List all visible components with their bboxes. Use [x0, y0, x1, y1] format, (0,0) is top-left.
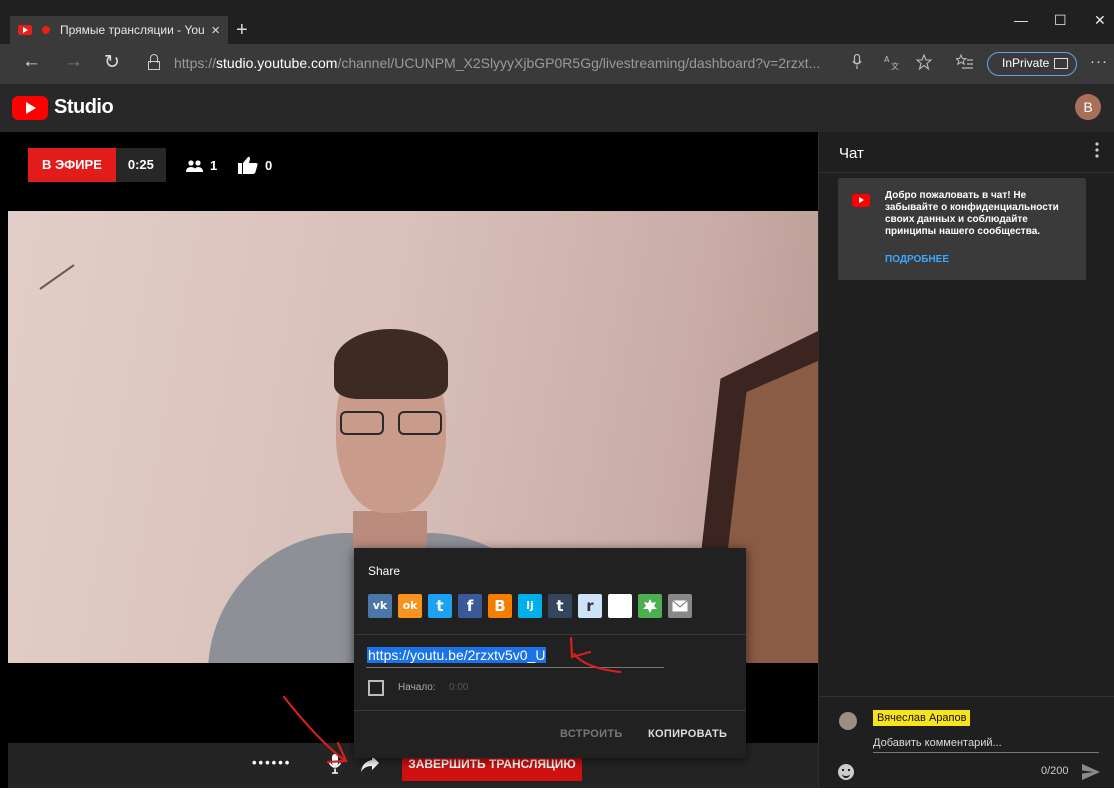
send-icon[interactable] — [1082, 764, 1100, 780]
viewers-icon — [186, 159, 204, 173]
share-facebook-icon[interactable]: f — [458, 594, 482, 618]
forward-button[interactable]: → — [64, 51, 83, 73]
favorites-bar-icon[interactable] — [954, 53, 974, 74]
svg-text:A: A — [884, 55, 890, 64]
share-email-icon[interactable] — [668, 594, 692, 618]
share-odnoklassniki-icon[interactable]: ok — [398, 594, 422, 618]
connection-dots-icon: •••••• — [252, 755, 292, 770]
start-at-checkbox[interactable] — [368, 680, 384, 696]
share-twitter-icon[interactable]: t — [428, 594, 452, 618]
glasses — [338, 411, 446, 437]
account-avatar[interactable]: B — [1075, 94, 1101, 120]
share-dialog: Share vk ok t f Blj t r https://youtu.be/2rzxt… — [354, 548, 746, 758]
browser-window: Прямые трансляции - YouTube × + — ☐ ✕ ← … — [0, 0, 1114, 788]
lock-icon[interactable] — [148, 54, 160, 71]
tab-title: Прямые трансляции - YouTube — [60, 23, 205, 37]
embed-button[interactable]: ВСТРОИТЬ — [560, 728, 623, 740]
share-vk-icon[interactable]: vk — [368, 594, 392, 618]
viewers-count: 1 — [210, 158, 218, 173]
live-status-badge: В ЭФИРЕ 0:25 — [28, 148, 166, 182]
comment-input[interactable]: Добавить комментарий... — [873, 733, 1099, 753]
live-label: В ЭФИРЕ — [28, 148, 116, 182]
minimize-button[interactable]: — — [1014, 12, 1028, 28]
chat-title: Чат — [839, 145, 864, 162]
url-domain: studio.youtube.com — [216, 55, 338, 71]
share-title: Share — [368, 564, 401, 578]
url-prefix: https:// — [174, 55, 217, 71]
share-pinterest-icon[interactable] — [638, 594, 662, 618]
elapsed-time: 0:25 — [115, 148, 166, 182]
studio-logo-text[interactable]: Studio — [54, 96, 114, 119]
tab-bar: Прямые трансляции - YouTube × + — ☐ ✕ — [0, 0, 1114, 44]
inprivate-badge[interactable]: InPrivate — [987, 52, 1077, 76]
emoji-icon[interactable] — [838, 764, 854, 780]
url-field[interactable]: https://studio.youtube.com/channel/UCUNP… — [174, 55, 820, 71]
url-path: /channel/UCUNPM_X2SlyyyXjbGP0R5Gg/livest… — [337, 55, 821, 71]
share-blank-icon[interactable] — [608, 594, 632, 618]
recording-dot-icon — [42, 26, 50, 34]
share-url-text[interactable]: https://youtu.be/2rzxtv5v0_U — [367, 647, 547, 663]
commenter-name: Вячеслав Арапов — [873, 710, 971, 726]
share-services: vk ok t f Blj t r — [368, 594, 698, 620]
studio-header: Studio B — [0, 84, 1114, 132]
microphone-icon[interactable] — [328, 753, 342, 775]
chat-welcome-message: Добро пожаловать в чат! Не забывайте о к… — [838, 178, 1086, 280]
copy-button[interactable]: КОПИРОВАТЬ — [648, 728, 727, 740]
youtube-favicon-icon — [18, 25, 32, 35]
back-button[interactable]: ← — [22, 51, 41, 73]
refresh-button[interactable]: ↻ — [104, 51, 120, 74]
settings-more-button[interactable]: ··· — [1090, 53, 1108, 70]
inprivate-icon — [1054, 58, 1068, 69]
tab-live-streams[interactable]: Прямые трансляции - YouTube × — [10, 16, 228, 44]
address-bar: ← → ↻ https://studio.youtube.com/channel… — [0, 44, 1114, 84]
share-tumblr-icon[interactable]: t — [548, 594, 572, 618]
thumbs-up-icon — [238, 156, 258, 174]
share-blogger-icon[interactable]: B — [488, 594, 512, 618]
svg-text:文: 文 — [891, 61, 899, 70]
maximize-button[interactable]: ☐ — [1054, 12, 1067, 29]
welcome-text: Добро пожаловать в чат! Не забывайте о к… — [885, 190, 1059, 237]
new-tab-button[interactable]: + — [236, 16, 248, 44]
translate-icon[interactable]: A文 — [884, 54, 900, 74]
favorite-star-icon[interactable] — [915, 53, 933, 74]
youtube-logo-icon[interactable] — [12, 96, 48, 120]
start-at-time[interactable]: 0:00 — [449, 682, 468, 693]
microphone-permission-icon[interactable] — [852, 53, 862, 74]
close-window-button[interactable]: ✕ — [1094, 12, 1106, 29]
learn-more-link[interactable]: ПОДРОБНЕЕ — [885, 254, 949, 265]
chat-menu-icon[interactable] — [1095, 142, 1099, 158]
youtube-icon — [852, 194, 870, 207]
character-counter: 0/200 — [1041, 765, 1069, 777]
share-livejournal-icon[interactable]: lj — [518, 594, 542, 618]
commenter-avatar — [839, 712, 857, 730]
likes-count: 0 — [265, 158, 273, 173]
share-url-field[interactable]: https://youtu.be/2rzxtv5v0_U — [367, 646, 547, 664]
start-at-label: Начало: — [398, 682, 436, 693]
tab-close-icon[interactable]: × — [211, 22, 220, 39]
chat-panel: Чат Добро пожаловать в чат! Не забывайте… — [818, 132, 1114, 788]
share-reddit-icon[interactable]: r — [578, 594, 602, 618]
inprivate-label: InPrivate — [1002, 56, 1050, 70]
